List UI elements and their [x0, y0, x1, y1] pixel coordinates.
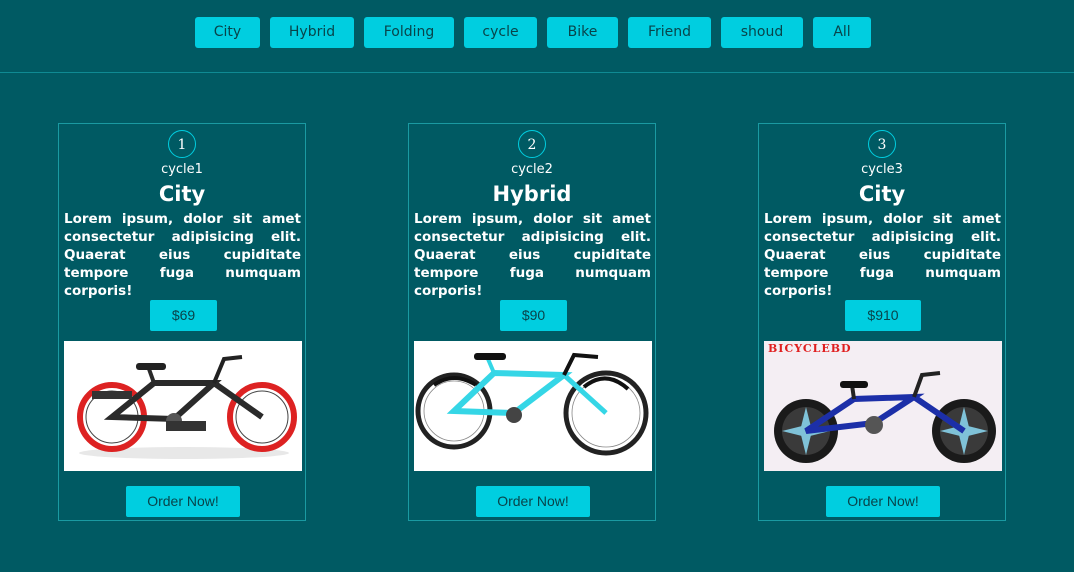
filter-folding-button[interactable]: Folding [364, 17, 454, 48]
card-subtitle: cycle2 [511, 162, 553, 177]
bicycle-image [64, 341, 302, 471]
price-button[interactable]: $90 [500, 300, 567, 331]
order-now-button[interactable]: Order Now! [826, 486, 940, 517]
product-card: 1 cycle1 City Lorem ipsum, dolor sit ame… [58, 123, 306, 521]
filter-hybrid-button[interactable]: Hybrid [270, 17, 354, 48]
card-title: City [158, 182, 206, 206]
filter-bar: City Hybrid Folding cycle Bike Friend sh… [0, 0, 1074, 73]
card-description: Lorem ipsum, dolor sit amet consectetur … [764, 211, 1001, 299]
filter-city-button[interactable]: City [195, 17, 260, 48]
filter-shoud-button[interactable]: shoud [721, 17, 803, 48]
bicycle-image [414, 341, 652, 471]
order-now-button[interactable]: Order Now! [476, 486, 590, 517]
card-subtitle: cycle1 [161, 162, 203, 177]
card-description: Lorem ipsum, dolor sit amet consectetur … [414, 211, 651, 299]
product-card: 2 cycle2 Hybrid Lorem ipsum, dolor sit a… [408, 123, 656, 521]
filter-friend-button[interactable]: Friend [628, 17, 711, 48]
card-title: Hybrid [492, 182, 572, 206]
product-card: 3 cycle3 City Lorem ipsum, dolor sit ame… [758, 123, 1006, 521]
card-number-badge: 3 [868, 130, 896, 158]
card-number-badge: 1 [168, 130, 196, 158]
card-description: Lorem ipsum, dolor sit amet consectetur … [64, 211, 301, 299]
card-title: City [858, 182, 906, 206]
card-subtitle: cycle3 [861, 162, 903, 177]
filter-bike-button[interactable]: Bike [547, 17, 618, 48]
bicycle-image: BICYCLEBD [764, 341, 1002, 471]
filter-all-button[interactable]: All [813, 17, 871, 48]
card-number-badge: 2 [518, 130, 546, 158]
price-button[interactable]: $69 [150, 300, 217, 331]
order-now-button[interactable]: Order Now! [126, 486, 240, 517]
price-button[interactable]: $910 [845, 300, 921, 331]
filter-cycle-button[interactable]: cycle [464, 17, 537, 48]
